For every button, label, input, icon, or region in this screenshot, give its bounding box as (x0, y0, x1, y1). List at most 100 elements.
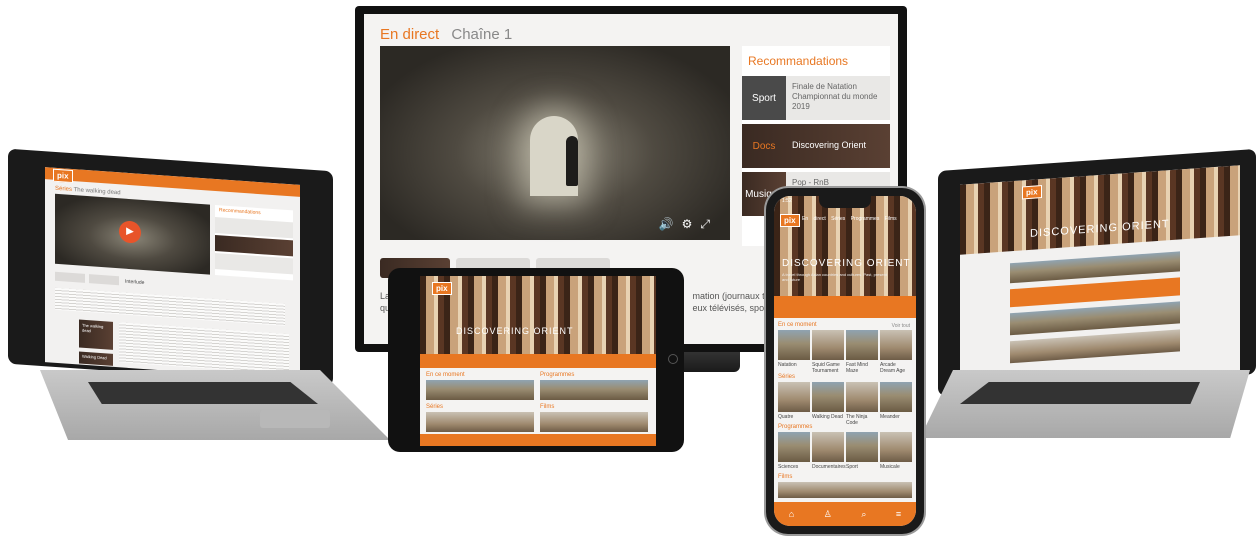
recommendations-title: Recommandations (219, 207, 261, 217)
volume-icon[interactable]: 🔊 (659, 217, 682, 231)
section-title: Séries (426, 404, 444, 410)
content-row[interactable] (426, 380, 534, 400)
player-controls: 🔊⚙⤢ (659, 217, 718, 232)
recommendations-panel: Recommandations (215, 204, 293, 281)
person-silhouette (566, 136, 578, 186)
left-laptop-keyboard (88, 382, 318, 404)
recommendation-item[interactable]: Sport Finale de Natation Championnat du … (742, 76, 890, 120)
pix-logo[interactable]: pix (432, 282, 452, 295)
content-thumb[interactable] (846, 330, 878, 360)
content-row[interactable] (540, 380, 648, 400)
content-thumb[interactable] (880, 382, 912, 412)
content-title: The Ninja Code (846, 414, 868, 426)
content-title: Meander (880, 414, 900, 420)
content-title: Musicale (880, 464, 900, 470)
search-icon[interactable]: ⌕ (861, 509, 866, 520)
title-prefix: Séries (55, 185, 73, 193)
section-title: Programmes (778, 424, 813, 430)
hero-title: DISCOVERING ORIENT (1030, 218, 1170, 240)
recommendation-text: Discovering Orient (792, 140, 867, 150)
content-thumb[interactable] (812, 330, 844, 360)
content-row[interactable] (426, 412, 534, 432)
content-thumb[interactable] (778, 330, 810, 360)
action-button[interactable] (55, 271, 85, 283)
play-icon[interactable]: ▶ (119, 220, 141, 244)
episode-title: Walking Dead (82, 353, 107, 361)
hero-title: DISCOVERING ORIENT (456, 326, 574, 336)
content-thumb[interactable] (880, 432, 912, 462)
content-thumb[interactable] (846, 432, 878, 462)
content-title: Squid Game Tournament (812, 362, 840, 374)
right-laptop-base (920, 370, 1250, 438)
home-button[interactable] (668, 354, 678, 364)
content-title: Fast Mind Maze (846, 362, 868, 374)
content-title: Arcade Dream Age (880, 362, 906, 374)
pix-logo[interactable]: pix (1022, 185, 1042, 200)
recommendation-item[interactable]: Docs Discovering Orient (742, 124, 890, 168)
content-row[interactable] (1010, 329, 1180, 364)
section-title: En ce moment (778, 322, 817, 328)
action-button[interactable] (89, 274, 119, 286)
description-text: eux télévisés, sports) (692, 303, 778, 313)
nav-item-series[interactable]: Séries (831, 216, 845, 222)
episode-title: The walking dead (82, 322, 104, 334)
content-thumb[interactable] (880, 330, 912, 360)
hero-title: DISCOVERING ORIENT (782, 258, 911, 269)
content-title: Walking Dead (812, 414, 843, 420)
tag-label: Interlude (125, 278, 145, 287)
live-label[interactable]: En direct (380, 26, 439, 43)
content-thumb[interactable] (778, 382, 810, 412)
content-row[interactable] (540, 412, 648, 432)
episode-thumb[interactable]: The walking dead (79, 319, 113, 350)
status-time: 1:52 (782, 198, 792, 204)
content-thumb[interactable] (778, 432, 810, 462)
menu-icon[interactable]: ≡ (896, 509, 901, 519)
see-all-link[interactable]: Voir tout (892, 323, 910, 329)
bottom-nav (420, 434, 656, 446)
content-title: Quatre (778, 414, 794, 420)
home-icon[interactable]: ⌂ (789, 509, 794, 519)
gear-icon[interactable]: ⚙ (682, 217, 701, 231)
hero-subtitle: A travel through Asian countries and cul… (782, 272, 887, 282)
fullscreen-icon[interactable]: ⤢ (700, 217, 718, 231)
promo-banner (420, 354, 656, 368)
pix-logo[interactable]: pix (780, 214, 800, 227)
content-thumb[interactable] (812, 432, 844, 462)
content-row[interactable] (778, 482, 912, 498)
nav-item-films[interactable]: Films (885, 216, 897, 222)
right-laptop-keyboard (960, 382, 1200, 404)
recommendation-text: Pop - RnB (792, 178, 829, 187)
section-title: Films (540, 404, 555, 410)
nav-item-programmes[interactable]: Programmes (851, 216, 880, 222)
phone-screen: 1:52 pix En direct Séries Programmes Fil… (774, 196, 916, 526)
bottom-nav: ⌂ ♙ ⌕ ≡ (774, 502, 916, 526)
video-player[interactable]: ▶ (55, 193, 210, 275)
promo-banner[interactable] (774, 296, 916, 318)
phone-notch (819, 196, 871, 208)
tablet-screen: pix DISCOVERING ORIENT En ce moment Prog… (420, 276, 656, 446)
content-title: Documentaires (812, 464, 846, 470)
recommendation-text: Finale de Natation Championnat du monde … (792, 82, 878, 111)
user-icon[interactable]: ♙ (824, 509, 832, 520)
recommendation-category: Docs (752, 140, 776, 152)
recommendation-item[interactable] (215, 252, 293, 275)
hero-banner[interactable]: 1:52 pix En direct Séries Programmes Fil… (774, 196, 916, 296)
top-nav: En direct Séries Programmes Films (802, 216, 897, 222)
left-laptop-touchpad (260, 410, 330, 428)
pix-logo[interactable]: pix (53, 168, 73, 184)
nav-item-live[interactable]: En direct (802, 216, 826, 222)
tv-header: En direct Chaîne 1 (380, 26, 512, 43)
content-title: Sciences (778, 464, 799, 470)
content-title: Natation (778, 362, 797, 368)
channel-label: Chaîne 1 (451, 26, 513, 43)
right-laptop-screen: pix DISCOVERING ORIENT (960, 165, 1240, 391)
content-thumb[interactable] (812, 382, 844, 412)
left-laptop-base (40, 370, 390, 440)
video-player[interactable]: 🔊⚙⤢ (380, 46, 730, 240)
section-title: Séries (778, 374, 796, 380)
content-thumb[interactable] (846, 382, 878, 412)
recommendations-title: Recommandations (748, 54, 849, 68)
hero-banner[interactable]: pix DISCOVERING ORIENT (420, 276, 656, 354)
episode-thumb[interactable]: Walking Dead (79, 351, 113, 366)
section-title: En ce moment (426, 372, 465, 378)
